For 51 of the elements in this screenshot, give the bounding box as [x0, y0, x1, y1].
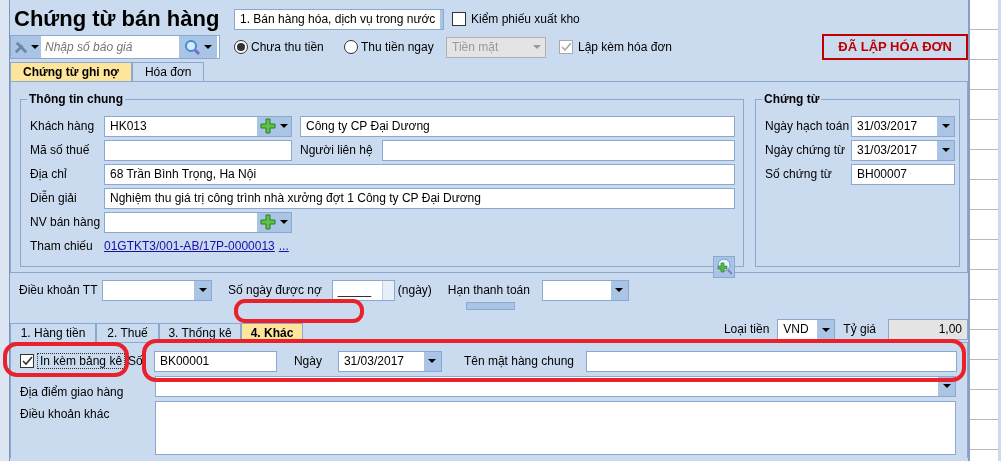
- field-label: Ngày: [293, 353, 322, 369]
- currency-select[interactable]: VND: [777, 319, 836, 340]
- description-field[interactable]: Nghiệm thu giá trị công trình nhà xưởng đợt 1 Công ty CP Đại Dương: [104, 187, 735, 209]
- radio-label: Chưa thu tiền: [251, 39, 324, 55]
- section-title: Chứng từ: [762, 92, 822, 107]
- date-field[interactable]: 31/03/2017: [851, 139, 955, 161]
- list-number-field[interactable]: BK00001: [153, 350, 277, 372]
- field-label: Số ngày được nợ: [228, 282, 322, 298]
- exchange-rate-field: 1,00: [888, 319, 968, 340]
- payment-method-select: Tiền mặt: [446, 36, 546, 58]
- radio-label: Thu tiền ngay: [361, 39, 434, 55]
- field-label: Tên mặt hàng chung: [463, 353, 574, 369]
- date-field[interactable]: 31/03/2017: [851, 115, 955, 137]
- reference-link[interactable]: 01GTKT3/001-AB/17P-0000013: [104, 238, 275, 254]
- sale-type-select[interactable]: 1. Bán hàng hóa, dịch vụ trong nước: [234, 8, 444, 30]
- field-label: Điều khoản TT: [19, 282, 99, 298]
- field-label: Ngày hạch toán: [765, 118, 851, 134]
- field-label: Địa điểm giao hàng: [20, 384, 125, 399]
- tab[interactable]: Hóa đơn: [131, 62, 205, 81]
- field-label: Diễn giải: [30, 190, 78, 206]
- tab[interactable]: 1. Hàng tiền: [10, 323, 96, 342]
- checkbox-label: In kèm bảng kê: [37, 352, 126, 370]
- field-label: Loại tiền: [723, 322, 770, 337]
- field-label: Điều khoản khác: [20, 406, 111, 423]
- checkbox-label: Lập kèm hóa đơn: [578, 39, 672, 55]
- field-label: Số: [127, 353, 144, 369]
- field-label: Tỷ giá: [843, 322, 876, 337]
- status-stamp: ĐÃ LẬP HÓA ĐƠN: [822, 34, 968, 60]
- field-label: Tham chiếu: [30, 238, 94, 254]
- date-field[interactable]: 31/03/2017: [337, 350, 442, 372]
- field-label: Mã số thuế: [30, 142, 91, 158]
- field-label: Ngày chứng từ: [765, 142, 847, 158]
- tab[interactable]: 2. Thuế: [96, 323, 159, 342]
- form-title: Chứng từ bán hàng: [13, 5, 221, 33]
- tab[interactable]: Chứng từ ghi nợ: [10, 62, 132, 81]
- field-label: (ngày): [397, 282, 432, 298]
- customer-name-field[interactable]: Công ty CP Đại Dương: [300, 115, 735, 137]
- address-field[interactable]: 68 Trần Bình Trọng, Ha Nội: [104, 163, 735, 185]
- field-label: Người liên hệ: [300, 142, 374, 158]
- field-label: Hạn thanh toán: [447, 282, 530, 298]
- days-spinner[interactable]: _____: [331, 279, 395, 301]
- voucher-number-field[interactable]: BH00007: [851, 163, 955, 185]
- field-label: Số chứng từ: [765, 166, 833, 182]
- section-title: Thông tin chung: [27, 92, 125, 107]
- customer-code-field[interactable]: HK013: [104, 115, 292, 137]
- checkbox-label: Kiểm phiếu xuất kho: [471, 11, 580, 27]
- field-label: Địa chỉ: [30, 166, 68, 182]
- quote-search-group[interactable]: Nhập số báo giá: [10, 35, 220, 59]
- field-label: Khách hàng: [30, 118, 96, 134]
- field-label: NV bán hàng: [30, 214, 102, 230]
- more-link[interactable]: ...: [278, 238, 289, 254]
